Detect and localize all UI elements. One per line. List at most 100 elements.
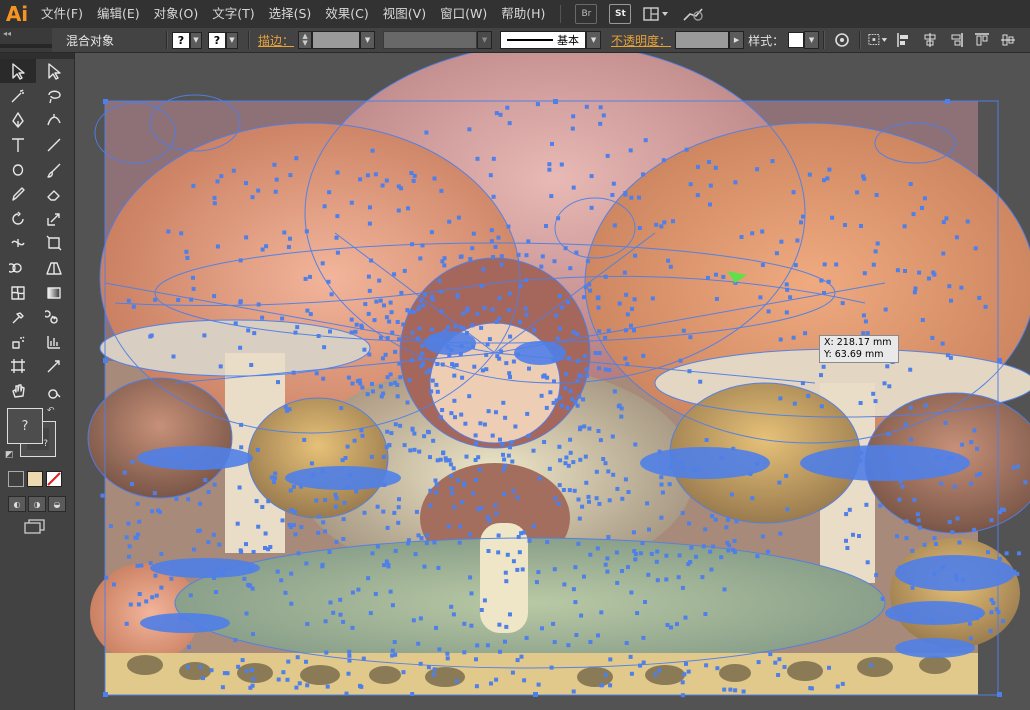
- anchor-point[interactable]: [806, 393, 811, 398]
- anchor-point[interactable]: [390, 653, 395, 658]
- anchor-point[interactable]: [932, 571, 937, 576]
- anchor-point[interactable]: [551, 358, 556, 363]
- direct-selection-tool-button[interactable]: [36, 59, 72, 83]
- anchor-point[interactable]: [409, 171, 414, 175]
- anchor-point[interactable]: [446, 524, 451, 529]
- anchor-point[interactable]: [680, 511, 685, 515]
- anchor-point[interactable]: [176, 298, 181, 302]
- anchor-point[interactable]: [396, 208, 401, 213]
- gradient-tool-button[interactable]: [36, 281, 72, 305]
- anchor-point[interactable]: [187, 645, 191, 650]
- anchor-point[interactable]: [774, 251, 779, 256]
- anchor-point[interactable]: [469, 623, 474, 628]
- anchor-point[interactable]: [283, 590, 288, 595]
- anchor-point[interactable]: [379, 394, 384, 399]
- anchor-point[interactable]: [496, 550, 501, 555]
- anchor-point[interactable]: [536, 570, 541, 575]
- anchor-point[interactable]: [559, 403, 564, 408]
- anchor-point[interactable]: [773, 660, 778, 665]
- anchor-point[interactable]: [731, 446, 736, 451]
- anchor-point[interactable]: [596, 429, 601, 433]
- brush-definition-dropdown-icon[interactable]: ▼: [586, 31, 602, 49]
- anchor-point[interactable]: [281, 670, 286, 675]
- anchor-point[interactable]: [370, 481, 375, 486]
- anchor-point[interactable]: [777, 480, 782, 485]
- anchor-point[interactable]: [523, 306, 528, 311]
- anchor-point[interactable]: [504, 624, 509, 629]
- anchor-point[interactable]: [776, 673, 781, 677]
- anchor-point[interactable]: [599, 610, 604, 615]
- anchor-point[interactable]: [954, 235, 959, 240]
- anchor-point[interactable]: [608, 683, 613, 688]
- anchor-point[interactable]: [638, 551, 643, 556]
- anchor-point[interactable]: [304, 561, 309, 566]
- anchor-point[interactable]: [553, 496, 558, 501]
- anchor-point[interactable]: [353, 329, 358, 334]
- anchor-point[interactable]: [897, 497, 902, 502]
- anchor-point[interactable]: [510, 670, 515, 675]
- anchor-point[interactable]: [755, 554, 760, 559]
- anchor-point[interactable]: [785, 507, 790, 512]
- anchor-point[interactable]: [398, 423, 403, 428]
- anchor-point[interactable]: [624, 328, 628, 333]
- anchor-point[interactable]: [675, 622, 679, 627]
- anchor-point[interactable]: [539, 264, 544, 269]
- anchor-point[interactable]: [322, 204, 327, 209]
- fill-swatch[interactable]: ?: [172, 31, 190, 49]
- anchor-point[interactable]: [334, 235, 339, 240]
- anchor-point[interactable]: [998, 556, 1002, 561]
- anchor-point[interactable]: [760, 229, 765, 234]
- anchor-point[interactable]: [474, 657, 478, 662]
- anchor-point[interactable]: [434, 490, 439, 495]
- anchor-point[interactable]: [369, 258, 374, 263]
- anchor-point[interactable]: [211, 532, 216, 537]
- anchor-point[interactable]: [556, 216, 561, 221]
- anchor-point[interactable]: [439, 309, 444, 314]
- anchor-point[interactable]: [382, 303, 386, 308]
- anchor-point[interactable]: [392, 510, 397, 515]
- anchor-point[interactable]: [233, 321, 238, 326]
- anchor-point[interactable]: [612, 389, 617, 394]
- anchor-point[interactable]: [359, 323, 364, 328]
- anchor-point[interactable]: [238, 345, 243, 350]
- anchor-point[interactable]: [428, 488, 433, 493]
- anchor-point[interactable]: [432, 176, 437, 181]
- anchor-point[interactable]: [527, 538, 532, 543]
- anchor-point[interactable]: [589, 205, 594, 210]
- anchor-point[interactable]: [891, 454, 895, 458]
- anchor-point[interactable]: [611, 472, 616, 477]
- anchor-point[interactable]: [130, 482, 134, 486]
- anchor-point[interactable]: [470, 323, 475, 328]
- anchor-point[interactable]: [349, 330, 354, 335]
- anchor-point[interactable]: [908, 580, 913, 585]
- anchor-point[interactable]: [233, 638, 238, 643]
- anchor-point[interactable]: [252, 331, 257, 336]
- swap-fill-stroke-icon[interactable]: ↶: [47, 406, 55, 416]
- anchor-point[interactable]: [498, 437, 502, 442]
- anchor-point[interactable]: [575, 359, 580, 364]
- mesh-tool-button[interactable]: [0, 281, 36, 305]
- anchor-point[interactable]: [607, 498, 612, 503]
- anchor-point[interactable]: [244, 235, 249, 240]
- anchor-point[interactable]: [342, 500, 347, 505]
- anchor-point[interactable]: [1015, 571, 1020, 576]
- anchor-point[interactable]: [263, 531, 268, 536]
- anchor-point[interactable]: [949, 455, 954, 460]
- anchor-point[interactable]: [447, 458, 452, 463]
- anchor-point[interactable]: [869, 663, 873, 668]
- anchor-point[interactable]: [908, 182, 913, 186]
- anchor-point[interactable]: [406, 206, 410, 211]
- anchor-point[interactable]: [158, 510, 163, 514]
- anchor-point[interactable]: [416, 641, 421, 646]
- anchor-point[interactable]: [784, 473, 789, 478]
- anchor-point[interactable]: [571, 460, 576, 465]
- anchor-point[interactable]: [571, 689, 576, 694]
- anchor-point[interactable]: [494, 410, 498, 415]
- anchor-point[interactable]: [819, 404, 824, 409]
- anchor-point[interactable]: [623, 192, 628, 197]
- anchor-point[interactable]: [606, 535, 611, 539]
- anchor-point[interactable]: [507, 291, 512, 296]
- anchor-point[interactable]: [461, 311, 466, 316]
- anchor-point[interactable]: [638, 663, 643, 668]
- anchor-point[interactable]: [821, 364, 826, 369]
